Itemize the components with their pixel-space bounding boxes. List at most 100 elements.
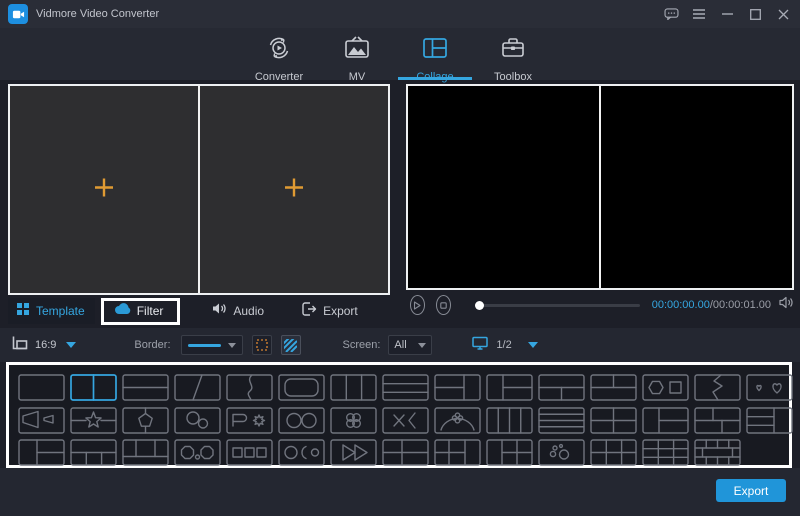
tab-mv[interactable]: MV bbox=[318, 28, 396, 80]
panel-tab-audio[interactable]: Audio bbox=[202, 298, 274, 324]
tab-converter[interactable]: Converter bbox=[240, 28, 318, 80]
tab-mv-label: MV bbox=[349, 71, 366, 83]
aspect-ratio-value: 16:9 bbox=[35, 339, 56, 351]
chevron-down-icon bbox=[418, 343, 426, 348]
template-thumb-split-3-horizontal[interactable] bbox=[382, 374, 429, 401]
template-thumb-split-4-vertical[interactable] bbox=[486, 407, 533, 434]
app-logo-icon bbox=[8, 4, 28, 24]
template-thumb-left-1-right-2[interactable] bbox=[486, 374, 533, 401]
template-thumb-left-2-right-1[interactable] bbox=[434, 374, 481, 401]
tab-converter-label: Converter bbox=[255, 71, 303, 83]
panel-tab-template[interactable]: Template bbox=[8, 298, 95, 324]
template-thumb-clover[interactable] bbox=[330, 407, 377, 434]
tab-toolbox[interactable]: Toolbox bbox=[474, 28, 552, 80]
minimize-icon[interactable] bbox=[716, 3, 738, 25]
panel-tab-filter[interactable]: Filter bbox=[101, 298, 181, 325]
collage-icon bbox=[421, 34, 449, 67]
template-thumb-top-1-bottom-2[interactable] bbox=[538, 374, 585, 401]
template-thumb-center-merged-grid[interactable] bbox=[694, 439, 741, 466]
template-thumb-split-2-horizontal[interactable] bbox=[122, 374, 169, 401]
vidmore-video-converter-window: Vidmore Video Converter bbox=[0, 0, 800, 516]
progress-knob[interactable] bbox=[475, 301, 484, 310]
toolbox-icon bbox=[499, 34, 527, 67]
template-thumb-grid-2x2[interactable] bbox=[590, 407, 637, 434]
template-thumb-play-arrows[interactable] bbox=[330, 439, 377, 466]
dashed-border-button[interactable] bbox=[252, 335, 272, 355]
template-thumb-circles-offset[interactable] bbox=[174, 407, 221, 434]
hatch-fill-button[interactable] bbox=[281, 335, 301, 355]
feedback-icon[interactable] bbox=[660, 3, 682, 25]
preview-canvas bbox=[406, 84, 794, 290]
chevron-down-icon[interactable] bbox=[66, 342, 76, 348]
template-thumb-grid-2x2-right-1[interactable] bbox=[434, 439, 481, 466]
template-thumb-circle-crescents[interactable] bbox=[278, 439, 325, 466]
template-thumb-cross-bracket[interactable] bbox=[382, 407, 429, 434]
panel-tab-export-label: Export bbox=[323, 304, 358, 318]
template-thumb-left-3-right-1[interactable] bbox=[746, 407, 793, 434]
current-time: 00:00:00.00 bbox=[652, 299, 710, 311]
template-thumb-diagonal-split[interactable] bbox=[174, 374, 221, 401]
template-icon bbox=[16, 302, 30, 321]
export-icon bbox=[302, 302, 317, 321]
template-thumb-octagons[interactable] bbox=[174, 439, 221, 466]
export-button[interactable]: Export bbox=[716, 479, 786, 502]
collage-slot-1[interactable] bbox=[10, 86, 198, 293]
template-thumb-split-3-vertical[interactable] bbox=[330, 374, 377, 401]
add-plus-icon[interactable] bbox=[93, 176, 115, 203]
template-thumb-pentagon[interactable] bbox=[122, 407, 169, 434]
chevron-down-icon[interactable] bbox=[528, 342, 538, 348]
template-thumb-star-banner[interactable] bbox=[70, 407, 117, 434]
add-plus-icon[interactable] bbox=[283, 176, 305, 203]
template-thumb-split-2-vertical[interactable] bbox=[70, 374, 117, 401]
page-indicator: 1/2 bbox=[496, 339, 511, 351]
template-thumb-single[interactable] bbox=[18, 374, 65, 401]
template-thumb-top-3-bottom-1[interactable] bbox=[122, 439, 169, 466]
line-style-select[interactable] bbox=[181, 335, 243, 355]
footer-bar: Export bbox=[0, 468, 800, 516]
template-thumb-grid-2x2-b[interactable] bbox=[382, 439, 429, 466]
template-thumb-left-1-right-2-c[interactable] bbox=[18, 439, 65, 466]
template-thumb-two-circles[interactable] bbox=[278, 407, 325, 434]
panel-tab-export[interactable]: Export bbox=[292, 298, 368, 324]
panel-tab-filter-label: Filter bbox=[137, 304, 164, 318]
stop-button[interactable] bbox=[436, 295, 451, 315]
template-thumb-dome-flower[interactable] bbox=[434, 407, 481, 434]
template-thumb-top-2-bottom-1[interactable] bbox=[590, 374, 637, 401]
template-thumb-top-1-bottom-3[interactable] bbox=[70, 439, 117, 466]
panel-tab-bar: Template Filter Audio Export bbox=[0, 297, 400, 325]
collage-canvas bbox=[8, 84, 390, 295]
template-thumb-flag-gear[interactable] bbox=[226, 407, 273, 434]
template-thumb-bubbles[interactable] bbox=[538, 439, 585, 466]
template-thumb-left-1-grid-2x2[interactable] bbox=[486, 439, 533, 466]
collage-slot-2[interactable] bbox=[200, 86, 388, 293]
template-thumb-megaphone[interactable] bbox=[18, 407, 65, 434]
template-thumb-left-1-right-2-b[interactable] bbox=[642, 407, 689, 434]
aspect-ratio-control[interactable]: 16:9 bbox=[12, 335, 76, 355]
volume-icon[interactable] bbox=[779, 296, 794, 314]
progress-slider[interactable] bbox=[476, 304, 640, 307]
template-thumb-grid-3x2[interactable] bbox=[590, 439, 637, 466]
preview-pane-1 bbox=[408, 86, 599, 288]
tab-toolbox-label: Toolbox bbox=[494, 71, 532, 83]
template-thumb-hexagon-square[interactable] bbox=[642, 374, 689, 401]
template-thumb-zigzag-split[interactable] bbox=[694, 374, 741, 401]
template-thumb-three-squares[interactable] bbox=[226, 439, 273, 466]
template-thumb-curve-split[interactable] bbox=[226, 374, 273, 401]
template-thumb-hearts[interactable] bbox=[746, 374, 793, 401]
player-controls: 00:00:00.00/00:00:01.00 bbox=[406, 292, 794, 318]
monitor-icon bbox=[472, 336, 488, 355]
play-button[interactable] bbox=[410, 295, 425, 315]
template-thumb-grid-offset[interactable] bbox=[694, 407, 741, 434]
maximize-icon[interactable] bbox=[744, 3, 766, 25]
screen-label: Screen: bbox=[343, 339, 381, 351]
screen-select[interactable]: All bbox=[388, 335, 432, 355]
template-thumb-rounded-inset[interactable] bbox=[278, 374, 325, 401]
close-icon[interactable] bbox=[772, 3, 794, 25]
tab-collage[interactable]: Collage bbox=[396, 28, 474, 80]
main-navigation: Converter MV Collage Toolbox bbox=[0, 28, 800, 80]
template-thumb-grid-3x3[interactable] bbox=[642, 439, 689, 466]
audio-icon bbox=[212, 302, 227, 320]
menu-icon[interactable] bbox=[688, 3, 710, 25]
panel-tab-template-label: Template bbox=[36, 304, 85, 318]
template-thumb-split-4-horizontal[interactable] bbox=[538, 407, 585, 434]
